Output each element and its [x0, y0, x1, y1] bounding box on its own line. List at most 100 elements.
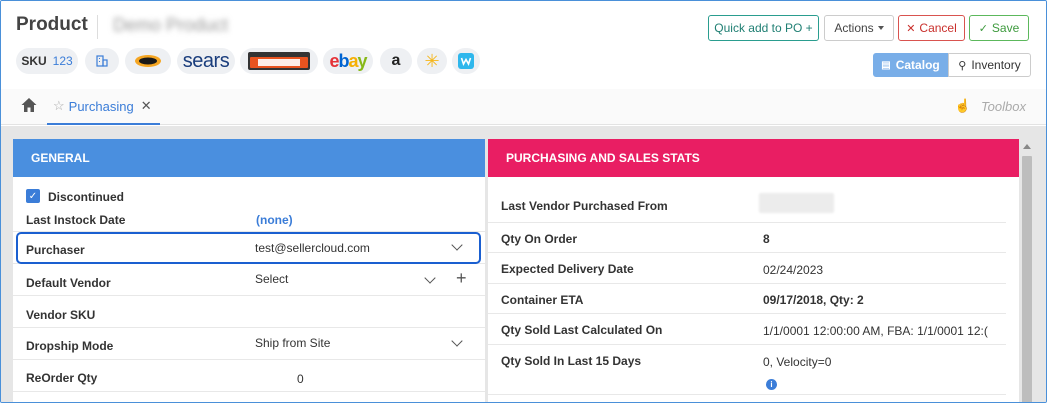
stats-label: Expected Delivery Date: [501, 262, 634, 276]
app-frame: Product Demo Product Quick add to PO + A…: [0, 0, 1047, 403]
qty-sold-calculated-value: 1/1/0001 12:00:00 AM, FBA: 1/1/0001 12:(: [763, 324, 988, 338]
page-header: Product Demo Product Quick add to PO + A…: [1, 1, 1046, 89]
company-chip[interactable]: [85, 48, 119, 74]
stats-label: Qty On Order: [501, 232, 578, 246]
add-vendor-icon[interactable]: +: [456, 268, 467, 289]
stats-label: Container ETA: [501, 293, 584, 307]
stats-row: Container ETA 09/17/2018, Qty: 2: [488, 284, 1006, 314]
reorder-qty-value[interactable]: 0: [297, 372, 304, 386]
content-area: GENERAL ✓ Discontinued Last Instock Date…: [1, 126, 1046, 402]
stats-label: Qty Sold Last Calculated On: [501, 323, 663, 337]
sale-logo-icon: [248, 52, 310, 70]
container-eta-link[interactable]: 09/17/2018, Qty: 2: [763, 293, 864, 307]
vendor-sku-row: Vendor SKU: [13, 296, 485, 328]
overstock-sale-chip[interactable]: [240, 48, 318, 74]
wish-chip[interactable]: [452, 48, 480, 74]
toolbox-button[interactable]: ☝ Toolbox: [955, 98, 1026, 114]
tab-bar: ☆ Purchasing ✕ ☝ Toolbox: [1, 89, 1046, 125]
chevron-down-icon[interactable]: [451, 335, 463, 347]
actions-dropdown-button[interactable]: Actions: [824, 15, 894, 41]
general-panel: GENERAL ✓ Discontinued Last Instock Date…: [13, 139, 485, 402]
save-label: Save: [991, 21, 1020, 35]
catalog-label: Catalog: [895, 58, 940, 72]
view-toggle: ▤ Catalog ⚲ Inventory: [873, 53, 1031, 77]
hand-pointer-icon: ☝: [954, 98, 971, 113]
last-instock-row: Last Instock Date (none): [13, 204, 485, 232]
ebay-chip[interactable]: ebay: [323, 48, 373, 74]
stats-row: Qty On Order 8: [488, 223, 1006, 253]
amazon-chip[interactable]: a: [380, 48, 412, 74]
sears-chip[interactable]: sears: [177, 48, 235, 74]
ebay-a: a: [348, 50, 358, 71]
scroll-thumb[interactable]: [1022, 156, 1032, 402]
page-title: Product: [16, 14, 88, 35]
walmart-spark-icon: ✳: [424, 50, 440, 71]
default-vendor-select[interactable]: Select: [255, 272, 288, 286]
inventory-icon: ⚲: [958, 59, 967, 72]
cancel-button[interactable]: ✕ Cancel: [898, 15, 965, 41]
toolbox-label: Toolbox: [980, 98, 1026, 114]
ebay-b: b: [338, 50, 349, 71]
walmart-chip[interactable]: ✳: [417, 48, 447, 74]
product-name: Demo Product: [113, 15, 229, 35]
wish-logo-icon: [458, 53, 474, 69]
dropship-mode-row: Dropship Mode Ship from Site: [13, 328, 485, 360]
newegg-chip[interactable]: [125, 48, 171, 74]
close-tab-icon[interactable]: ✕: [141, 98, 152, 114]
check-icon: ✓: [978, 22, 988, 35]
general-panel-heading: GENERAL: [13, 139, 485, 177]
field-label: Vendor SKU: [26, 308, 96, 322]
stats-panel: PURCHASING AND SALES STATS Last Vendor P…: [488, 139, 1019, 402]
expected-delivery-value: 02/24/2023: [763, 263, 824, 277]
actions-label: Actions: [834, 21, 874, 35]
cancel-label: Cancel: [919, 21, 957, 35]
title-divider: [97, 15, 98, 39]
field-label: Dropship Mode: [26, 339, 114, 353]
stats-row: Expected Delivery Date 02/24/2023: [488, 253, 1006, 284]
inventory-label: Inventory: [971, 58, 1021, 72]
sku-label: SKU: [21, 54, 47, 68]
catalog-toggle-button[interactable]: ▤ Catalog: [873, 53, 948, 77]
stats-row: Qty Sold In Last 15 Days 0, Velocity=0: [488, 345, 1006, 395]
save-button[interactable]: ✓ Save: [969, 15, 1029, 41]
quick-add-label: Quick add to PO +: [714, 21, 813, 35]
scrollbar[interactable]: [1020, 139, 1034, 402]
dropship-mode-select[interactable]: Ship from Site: [255, 336, 330, 350]
catalog-icon: ▤: [881, 59, 891, 71]
stats-row: Last Vendor Purchased From: [488, 177, 1006, 223]
sku-value: 123: [52, 54, 73, 68]
qty-on-order-link[interactable]: 8: [763, 232, 770, 246]
quick-add-to-po-button[interactable]: Quick add to PO +: [708, 15, 819, 41]
tab-purchasing-label: Purchasing: [68, 98, 134, 114]
redacted-vendor: [759, 193, 834, 213]
inventory-toggle-button[interactable]: ⚲ Inventory: [948, 53, 1031, 77]
ebay-y: y: [357, 50, 368, 71]
star-icon[interactable]: ☆: [53, 98, 65, 114]
discontinued-label: Discontinued: [48, 190, 125, 204]
field-label: Last Instock Date: [26, 213, 126, 227]
info-icon[interactable]: i: [766, 379, 777, 390]
reorder-qty-row: ReOrder Qty 0: [13, 360, 485, 392]
sears-logo: sears: [182, 49, 230, 72]
qty-sold-15-days-value: 0, Velocity=0: [763, 355, 832, 369]
purchaser-highlight: [16, 232, 481, 264]
tab-purchasing[interactable]: ☆ Purchasing ✕: [47, 89, 160, 125]
discontinued-checkbox[interactable]: ✓: [26, 189, 40, 203]
stats-label: Last Vendor Purchased From: [501, 199, 668, 213]
stats-label: Qty Sold In Last 15 Days: [501, 354, 642, 368]
home-icon[interactable]: [20, 96, 38, 114]
amazon-logo: a: [391, 52, 401, 69]
building-icon: [96, 55, 108, 67]
last-instock-value[interactable]: (none): [256, 213, 293, 227]
caret-down-icon: [877, 26, 884, 30]
stats-row: Qty Sold Last Calculated On 1/1/0001 12:…: [488, 314, 1006, 345]
default-vendor-row: Default Vendor Select +: [13, 264, 485, 296]
chevron-down-icon[interactable]: [424, 272, 436, 284]
sku-chip[interactable]: SKU 123: [16, 48, 78, 74]
scroll-up-icon[interactable]: [1023, 144, 1031, 149]
field-label: ReOrder Qty: [26, 371, 98, 385]
stats-panel-heading: PURCHASING AND SALES STATS: [488, 139, 1019, 177]
ebay-e: e: [329, 50, 339, 71]
newegg-logo-icon: [135, 55, 161, 67]
field-label: Default Vendor: [26, 276, 111, 290]
